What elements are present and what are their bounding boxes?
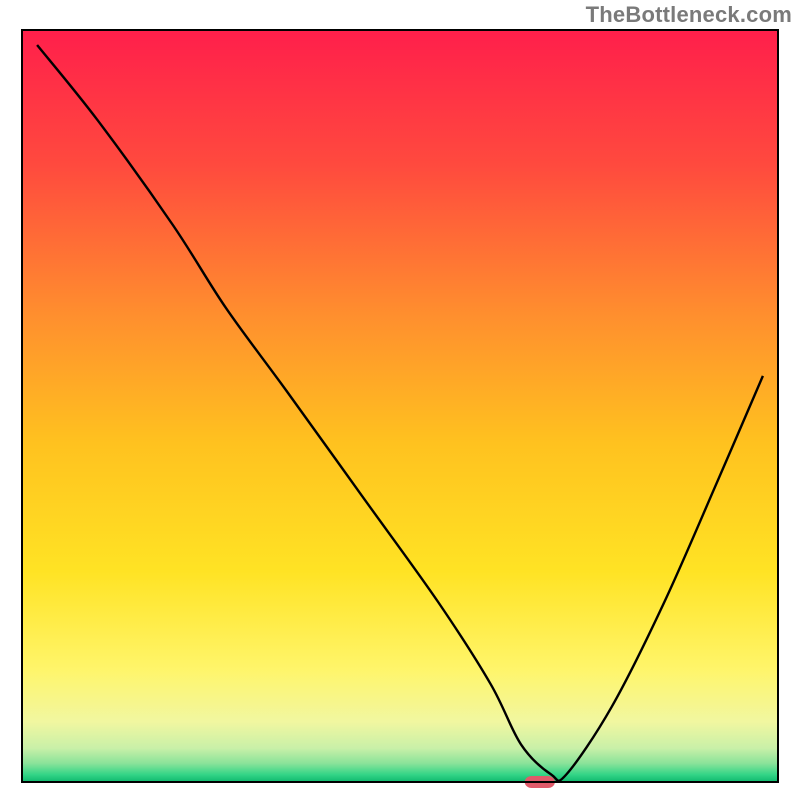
chart-container: TheBottleneck.com [0,0,800,800]
bottleneck-chart [0,0,800,800]
plot-background [22,30,778,782]
